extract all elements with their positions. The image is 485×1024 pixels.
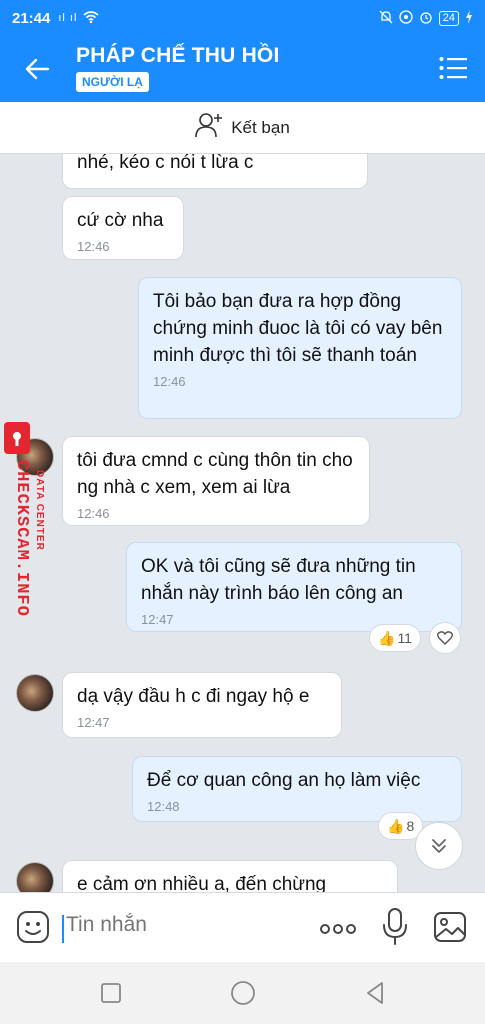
message-bubble[interactable]: cứ cờ nha 12:46 xyxy=(62,196,184,260)
watermark: CHECKSCAM.INFO xyxy=(0,420,34,660)
message-bubble[interactable]: OK và tôi cũng sẽ đưa những tin nhắn này… xyxy=(126,542,462,632)
message-time: 12:47 xyxy=(77,715,110,730)
stranger-badge: NGƯỜI LẠ xyxy=(76,72,149,92)
avatar[interactable] xyxy=(16,862,54,892)
add-friend-label: Kết bạn xyxy=(231,117,290,137)
message-bubble[interactable]: Tôi bảo bạn đưa ra hợp đồng chứng minh đ… xyxy=(138,277,462,419)
back-arrow-icon[interactable] xyxy=(22,54,52,84)
chat-title[interactable]: PHÁP CHẾ THU HỒI xyxy=(76,44,280,68)
message-text: dạ vậy đầu h c đi ngay hộ e xyxy=(77,686,310,707)
message-text: cứ cờ nha xyxy=(77,210,164,231)
add-friend-bar[interactable]: Kết bạn xyxy=(0,102,485,154)
message-input-bar xyxy=(0,892,485,962)
back-triangle-icon[interactable] xyxy=(360,978,390,1008)
more-options-icon[interactable] xyxy=(318,915,358,943)
microphone-icon[interactable] xyxy=(380,907,410,947)
status-bar: 21:44 ıl ıl 24 xyxy=(0,0,485,36)
watermark-subtitle: DATA CENTER xyxy=(34,470,45,551)
charging-icon xyxy=(465,9,473,27)
message-text: Tôi bảo bạn đưa ra hợp đồng chứng minh đ… xyxy=(153,291,443,366)
thumbs-up-icon: 👍 xyxy=(378,629,396,646)
system-nav-bar xyxy=(0,962,485,1024)
thumbs-up-icon: 👍 xyxy=(387,817,405,834)
reaction-number: 8 xyxy=(406,818,415,834)
message-text: tôi đưa cmnd c cùng thôn tin cho ng nhà … xyxy=(77,450,353,498)
recents-square-icon[interactable] xyxy=(96,978,126,1008)
emoji-icon[interactable] xyxy=(16,910,50,944)
status-time: 21:44 xyxy=(12,9,51,27)
status-right: 24 xyxy=(379,9,473,27)
watermark-brand: CHECKSCAM.INFO xyxy=(12,460,31,617)
message-input[interactable] xyxy=(66,913,296,937)
message-bubble[interactable]: nhé, kéo c nói t lừa c xyxy=(62,154,368,189)
message-time: 12:46 xyxy=(77,506,110,521)
message-text: OK và tôi cũng sẽ đưa những tin nhắn này… xyxy=(141,556,416,604)
location-icon xyxy=(399,9,413,27)
avatar[interactable] xyxy=(16,674,54,712)
image-gallery-icon[interactable] xyxy=(432,909,468,945)
chat-header: PHÁP CHẾ THU HỒI NGƯỜI LẠ xyxy=(0,36,485,102)
reaction-number: 11 xyxy=(397,630,412,646)
scroll-down-button[interactable] xyxy=(415,822,463,870)
message-bubble[interactable]: e cảm ơn nhiều a, đến chừng xyxy=(62,860,398,892)
add-friend-icon xyxy=(195,112,223,143)
message-bubble[interactable]: dạ vậy đầu h c đi ngay hộ e 12:47 xyxy=(62,672,342,738)
mute-icon xyxy=(379,10,393,27)
alarm-icon xyxy=(419,10,433,27)
battery-icon: 24 xyxy=(438,10,459,26)
heart-react-icon[interactable] xyxy=(429,622,461,654)
signal-icon: ıl ıl xyxy=(58,12,78,24)
reaction-count[interactable]: 👍 11 xyxy=(369,624,421,652)
wifi-icon xyxy=(83,10,99,27)
message-time: 12:46 xyxy=(77,239,110,254)
lock-icon xyxy=(4,422,30,454)
message-list[interactable]: nhé, kéo c nói t lừa c cứ cờ nha 12:46 T… xyxy=(0,154,485,892)
message-bubble[interactable]: tôi đưa cmnd c cùng thôn tin cho ng nhà … xyxy=(62,436,370,526)
message-text: Để cơ quan công an họ làm việc xyxy=(147,770,421,791)
menu-list-icon[interactable] xyxy=(439,55,467,81)
message-text: nhé, kéo c nói t lừa c xyxy=(77,154,254,173)
message-time: 12:46 xyxy=(153,374,186,389)
home-circle-icon[interactable] xyxy=(228,978,258,1008)
text-cursor xyxy=(62,915,64,943)
message-text: e cảm ơn nhiều a, đến chừng xyxy=(77,874,327,892)
